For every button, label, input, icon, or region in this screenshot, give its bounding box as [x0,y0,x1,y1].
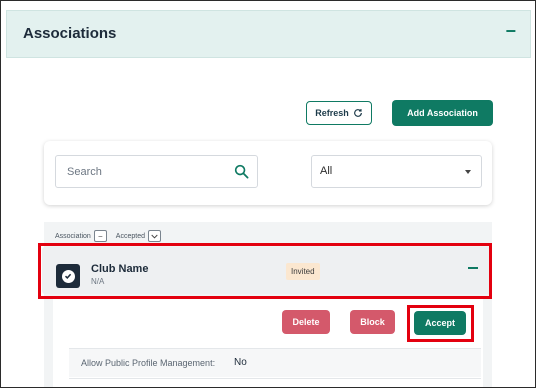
detail-label: Allow Public Profile Management: [81,358,216,368]
divider [69,378,481,379]
accept-highlight-box [407,305,474,342]
column-header-accepted[interactable]: Accepted [116,233,145,240]
sort-association-button[interactable]: − [93,230,107,242]
refresh-icon [353,108,362,117]
table-header: Association − Accepted [55,230,161,242]
filter-card: Search All [44,141,492,205]
column-header-association[interactable]: Association [55,233,91,240]
refresh-button[interactable]: Refresh [306,101,372,125]
sort-accepted-button[interactable] [147,230,161,242]
caret-down-icon [465,170,471,174]
row-highlight-box [38,243,492,299]
status-select[interactable]: All [311,155,482,188]
page-frame: Associations − Refresh Add Association S… [0,0,536,388]
status-select-value: All [320,165,333,177]
block-button[interactable]: Block [350,310,395,334]
associations-header[interactable]: Associations − [6,10,531,58]
search-placeholder: Search [67,166,102,178]
detail-row: Allow Public Profile Management: No [69,349,481,377]
search-input[interactable]: Search [55,155,258,188]
search-icon[interactable] [234,164,249,179]
add-association-button[interactable]: Add Association [392,100,493,126]
detail-value: No [234,357,247,368]
chevron-down-icon [151,234,158,238]
section-title: Associations [23,25,117,42]
refresh-button-label: Refresh [315,108,349,118]
collapse-icon[interactable]: − [505,22,516,40]
delete-button[interactable]: Delete [282,310,330,334]
